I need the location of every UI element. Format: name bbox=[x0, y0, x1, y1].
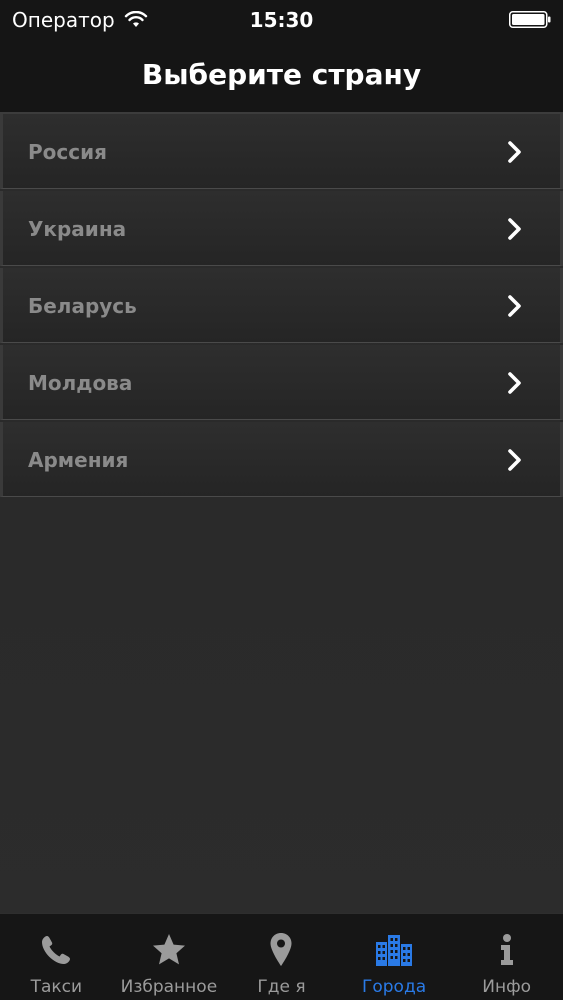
chevron-right-icon bbox=[508, 295, 521, 317]
country-item-moldova[interactable]: Молдова bbox=[0, 345, 563, 420]
tab-where-am-i[interactable]: Где я bbox=[225, 914, 338, 1000]
page-title: Выберите страну bbox=[141, 58, 422, 91]
info-icon bbox=[500, 934, 513, 965]
tab-favorites[interactable]: Избранное bbox=[113, 914, 226, 1000]
location-pin-icon bbox=[270, 933, 292, 966]
chevron-right-icon bbox=[508, 449, 521, 471]
screen: Оператор 15:30 Выберите страну Россия Ук… bbox=[0, 0, 563, 1000]
tab-label: Инфо bbox=[482, 977, 532, 997]
chevron-right-icon bbox=[508, 141, 521, 163]
status-time: 15:30 bbox=[249, 8, 314, 32]
country-label: Украина bbox=[28, 217, 127, 241]
country-label: Россия bbox=[28, 140, 107, 164]
star-icon bbox=[152, 934, 185, 965]
chevron-right-icon bbox=[508, 218, 521, 240]
tab-label: Где я bbox=[257, 977, 306, 997]
country-list: Россия Украина Беларусь Молдова Армения bbox=[0, 114, 563, 499]
city-buildings-icon bbox=[376, 935, 413, 966]
country-label: Беларусь bbox=[28, 294, 137, 318]
tab-label: Такси bbox=[30, 977, 83, 997]
tab-label: Избранное bbox=[120, 977, 218, 997]
country-item-belarus[interactable]: Беларусь bbox=[0, 268, 563, 343]
country-item-ukraine[interactable]: Украина bbox=[0, 191, 563, 266]
tab-taxi[interactable]: Такси bbox=[0, 914, 113, 1000]
status-bar: Оператор 15:30 bbox=[0, 0, 563, 40]
chevron-right-icon bbox=[508, 372, 521, 394]
tab-info[interactable]: Инфо bbox=[450, 914, 563, 1000]
navigation-bar: Выберите страну bbox=[0, 40, 563, 114]
country-label: Армения bbox=[28, 448, 129, 472]
tab-label: Города bbox=[362, 977, 427, 997]
battery-icon bbox=[509, 11, 551, 28]
country-item-russia[interactable]: Россия bbox=[0, 114, 563, 189]
country-label: Молдова bbox=[28, 371, 133, 395]
country-item-armenia[interactable]: Армения bbox=[0, 422, 563, 497]
phone-icon bbox=[42, 936, 71, 964]
tab-cities[interactable]: Города bbox=[338, 914, 451, 1000]
tab-bar: Такси Избранное Где я Города Инфо bbox=[0, 913, 563, 1000]
